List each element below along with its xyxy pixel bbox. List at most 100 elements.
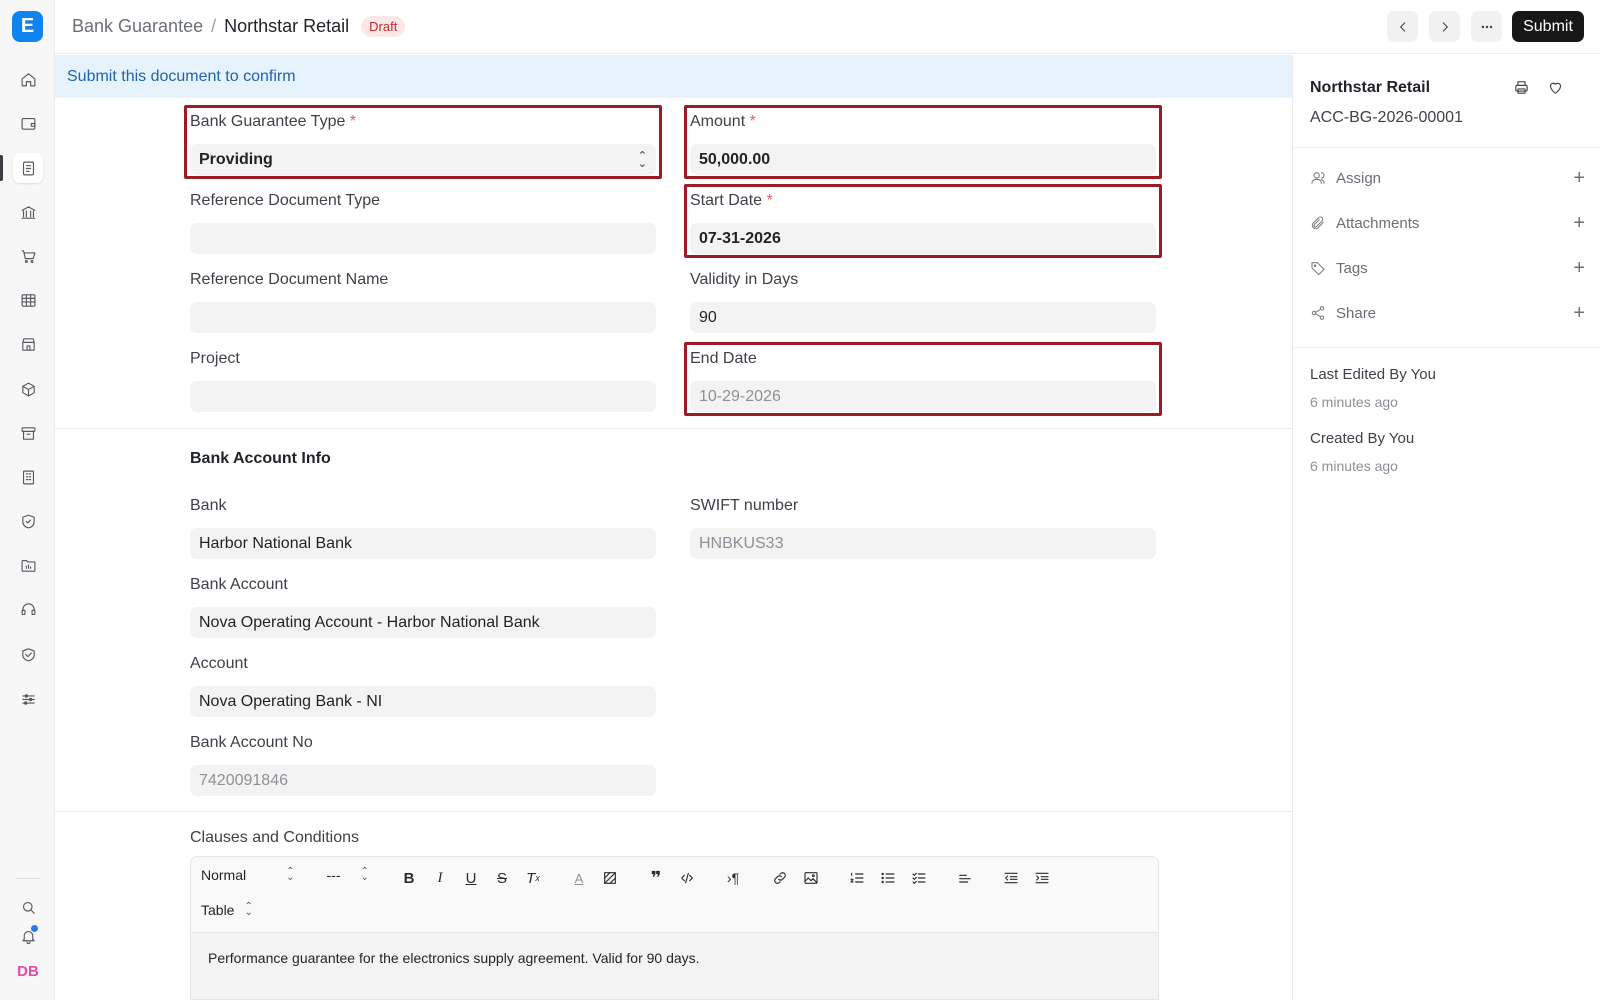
- text-color-icon[interactable]: A: [568, 868, 590, 888]
- package-icon[interactable]: [13, 374, 43, 404]
- validity-in-days-input[interactable]: 90: [690, 302, 1156, 333]
- outdent-icon[interactable]: [1000, 868, 1022, 888]
- heart-icon[interactable]: [1543, 75, 1567, 99]
- bell-icon[interactable]: [13, 921, 43, 951]
- share-icon: [1311, 306, 1325, 320]
- last-edited-time: 6 minutes ago: [1310, 394, 1398, 410]
- next-button[interactable]: [1429, 11, 1460, 42]
- reference-document-name-input[interactable]: [190, 302, 656, 333]
- sidebar-tags[interactable]: Tags +: [1310, 255, 1585, 281]
- section-divider: [55, 811, 1292, 812]
- ordered-list-icon[interactable]: [846, 868, 868, 888]
- bank-guarantee-type-label: Bank Guarantee Type *: [190, 113, 357, 130]
- bank-account-no-input[interactable]: 7420091846: [190, 765, 656, 796]
- section-divider: [55, 428, 1292, 429]
- archive-icon[interactable]: [13, 418, 43, 448]
- print-icon[interactable]: [1509, 75, 1533, 99]
- sidebar-assign[interactable]: Assign +: [1310, 165, 1585, 191]
- bank-guarantee-type-select[interactable]: Providing ⌃ ⌄: [190, 144, 656, 175]
- more-options-button[interactable]: [1471, 11, 1502, 42]
- link-icon[interactable]: [769, 868, 791, 888]
- indent-icon[interactable]: [1031, 868, 1053, 888]
- bullet-list-icon[interactable]: [877, 868, 899, 888]
- text-direction-icon[interactable]: ›¶: [722, 868, 744, 888]
- sidebar-share-label: Share: [1336, 304, 1377, 322]
- select-chevron-icon: ⌃ ⌄: [360, 866, 369, 883]
- reference-document-name-field: Reference Document Name: [190, 271, 656, 333]
- amount-input[interactable]: 50,000.00: [690, 144, 1156, 175]
- italic-icon[interactable]: I: [429, 868, 451, 888]
- table-icon[interactable]: [13, 285, 43, 315]
- reference-document-name-label: Reference Document Name: [190, 271, 389, 288]
- code-icon[interactable]: [676, 868, 698, 888]
- swift-number-input[interactable]: HNBKUS33: [690, 528, 1156, 559]
- underline-icon[interactable]: U: [460, 868, 482, 888]
- account-input[interactable]: Nova Operating Bank - NI: [190, 686, 656, 717]
- reference-document-type-input[interactable]: [190, 223, 656, 254]
- add-icon[interactable]: +: [1573, 257, 1585, 280]
- bank-input[interactable]: Harbor National Bank: [190, 528, 656, 559]
- reference-document-type-field: Reference Document Type: [190, 192, 656, 254]
- checklist-icon[interactable]: [908, 868, 930, 888]
- background-color-icon[interactable]: [599, 868, 621, 888]
- blockquote-icon[interactable]: ❞: [645, 868, 667, 888]
- clauses-label: Clauses and Conditions: [190, 829, 359, 846]
- align-icon[interactable]: [954, 868, 976, 888]
- account-field: Account Nova Operating Bank - NI: [190, 655, 656, 717]
- sidebar-assign-label: Assign: [1336, 169, 1382, 187]
- bank-account-input[interactable]: Nova Operating Account - Harbor National…: [190, 607, 656, 638]
- status-badge: Draft: [361, 16, 406, 37]
- sliders-icon[interactable]: [13, 684, 43, 714]
- strikethrough-icon[interactable]: S: [491, 868, 513, 888]
- sidebar-attachments[interactable]: Attachments +: [1310, 210, 1585, 236]
- cart-icon[interactable]: [13, 241, 43, 271]
- folder-chart-icon[interactable]: [13, 550, 43, 580]
- rail-divider: [16, 878, 40, 879]
- app-logo[interactable]: E: [12, 11, 43, 42]
- wallet-icon[interactable]: [13, 108, 43, 138]
- clauses-editor-content[interactable]: Performance guarantee for the electronic…: [191, 933, 1158, 999]
- clear-format-icon[interactable]: Tx: [522, 868, 544, 888]
- start-date-label: Start Date *: [690, 192, 773, 209]
- add-icon[interactable]: +: [1573, 167, 1585, 190]
- end-date-input[interactable]: 10-29-2026: [690, 381, 1156, 412]
- shield-icon[interactable]: [13, 506, 43, 536]
- bank-account-no-label: Bank Account No: [190, 734, 313, 751]
- bank-account-no-field: Bank Account No 7420091846: [190, 734, 656, 796]
- bank-icon[interactable]: [13, 197, 43, 227]
- required-marker: *: [349, 113, 357, 130]
- bank-field: Bank Harbor National Bank: [190, 497, 656, 559]
- building-icon[interactable]: [13, 462, 43, 492]
- handshake-icon[interactable]: [13, 639, 43, 669]
- store-icon[interactable]: [13, 329, 43, 359]
- ellipsis-icon: [1481, 25, 1492, 28]
- image-icon[interactable]: [800, 868, 822, 888]
- project-input[interactable]: [190, 381, 656, 412]
- home-icon[interactable]: [13, 64, 43, 94]
- validity-in-days-label: Validity in Days: [690, 271, 799, 288]
- sidebar-share[interactable]: Share +: [1310, 300, 1585, 326]
- table-select[interactable]: Table ⌃ ⌄: [201, 902, 253, 919]
- add-icon[interactable]: +: [1573, 212, 1585, 235]
- right-sidebar: Northstar Retail ACC-BG-2026-00001 Assig…: [1292, 55, 1600, 1000]
- bold-icon[interactable]: B: [398, 868, 420, 888]
- add-icon[interactable]: +: [1573, 302, 1585, 325]
- required-marker: *: [766, 192, 773, 209]
- headset-icon[interactable]: [13, 594, 43, 624]
- start-date-input[interactable]: 07-31-2026: [690, 223, 1156, 254]
- breadcrumb-parent-link[interactable]: Bank Guarantee: [72, 16, 203, 37]
- format-select[interactable]: Normal ⌃ ⌄: [201, 867, 295, 884]
- bank-account-info-heading: Bank Account Info: [190, 450, 331, 467]
- size-select[interactable]: --- ⌃ ⌄: [327, 866, 369, 884]
- search-icon[interactable]: [13, 892, 43, 922]
- clauses-editor: Normal ⌃ ⌄ --- ⌃ ⌄ B I U S Tx A ❞ ›¶ Tab…: [190, 856, 1159, 1000]
- bank-guarantee-type-field: Bank Guarantee Type * Providing ⌃ ⌄: [190, 113, 656, 175]
- paperclip-icon: [1311, 216, 1324, 230]
- document-id: ACC-BG-2026-00001: [1310, 109, 1463, 126]
- breadcrumb-separator: /: [211, 16, 217, 36]
- previous-button[interactable]: [1387, 11, 1418, 42]
- avatar[interactable]: DB: [13, 956, 43, 986]
- end-date-label: End Date: [690, 350, 757, 367]
- document-icon[interactable]: [13, 153, 43, 183]
- submit-button[interactable]: Submit: [1512, 11, 1584, 42]
